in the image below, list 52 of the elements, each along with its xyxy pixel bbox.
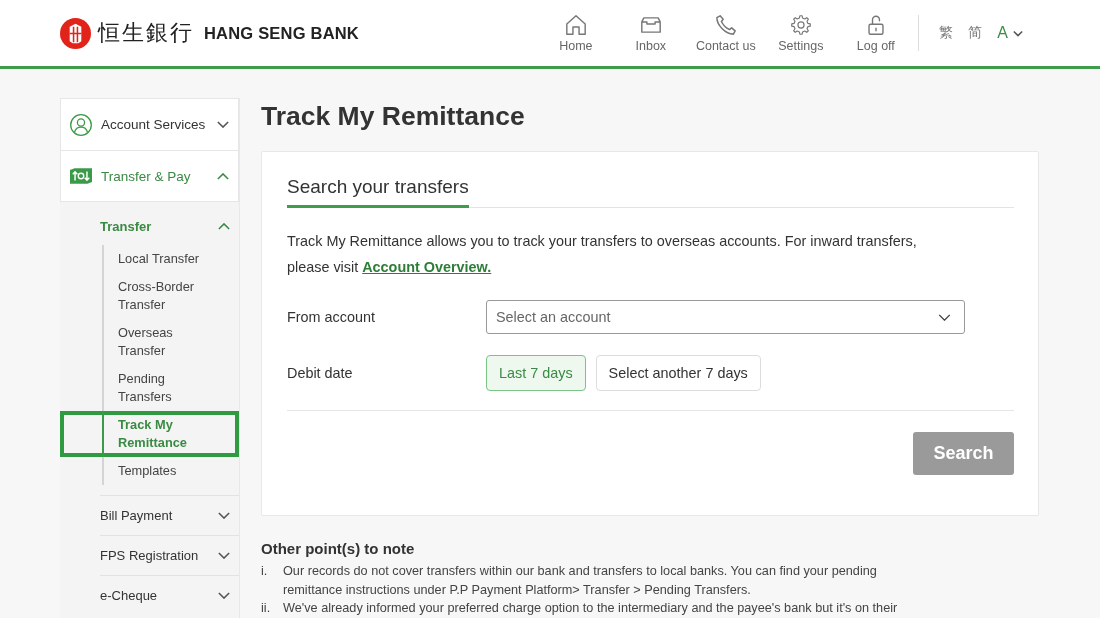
sidebar-link[interactable]: Local Transfer: [60, 245, 239, 273]
chevron-up-icon: [218, 222, 230, 230]
sidebar-link[interactable]: Pending Transfers: [60, 365, 239, 411]
account-select[interactable]: Select an account: [486, 300, 965, 334]
sidebar-subitem[interactable]: Bill Payment: [100, 495, 239, 535]
logo-icon: [60, 17, 91, 49]
language-option[interactable]: 简: [968, 24, 983, 42]
field-label: From account: [287, 309, 376, 325]
chevron-down-icon: [218, 512, 230, 519]
brand-chinese-name: 恒生銀行: [98, 19, 194, 47]
page-title: Track My Remittance: [261, 100, 526, 133]
notes-heading: Other point(s) to note: [261, 540, 416, 558]
phone-icon: [715, 15, 736, 35]
date-range-option[interactable]: Last 7 days: [486, 355, 586, 391]
person-circle-icon: [70, 113, 92, 136]
note-text: Our records do not cover transfers within our bank and transfers to local banks. You can find your pending remittance instructions under P.P Payment Platform> Transfer > Pending Transfers.: [283, 563, 878, 599]
chevron-down-icon: [218, 552, 230, 559]
chevron-down-icon: [938, 313, 951, 321]
sidebar-link[interactable]: Overseas Transfer: [60, 319, 239, 365]
language-option[interactable]: 繁: [939, 24, 954, 42]
list-marker: ii.: [261, 600, 272, 617]
nav-button[interactable]: Settings: [763, 0, 839, 66]
settings-icon: [790, 15, 811, 35]
money-transfer-icon: [70, 168, 92, 184]
sidebar-item[interactable]: Account Services: [60, 98, 239, 150]
nav-button[interactable]: Inbox: [613, 0, 689, 66]
nav-button[interactable]: Contact us: [688, 0, 764, 66]
account-overview-link[interactable]: Account Overview.: [362, 259, 492, 275]
chevron-up-icon: [217, 172, 229, 180]
field-label: Debit date: [287, 365, 354, 381]
sidebar-subitem[interactable]: e-Cheque: [100, 575, 239, 615]
sidebar-item[interactable]: Transfer & Pay: [60, 150, 239, 202]
sidebar-subitem[interactable]: Transfer: [100, 207, 239, 245]
date-range-option[interactable]: Select another 7 days: [595, 355, 761, 391]
sidebar-link[interactable]: Cross-Border Transfer: [60, 273, 239, 319]
list-marker: i.: [261, 563, 269, 580]
intro-paragraph: Track My Remittance allows you to track your transfers to overseas accounts. For inward transfers, please visit Account Overview.: [287, 232, 918, 277]
sidebar-subitem[interactable]: FPS Registration: [100, 535, 239, 575]
nav-button[interactable]: Log off: [838, 0, 914, 66]
brand-name: HANG SENG BANK: [204, 23, 359, 43]
nav-button[interactable]: Home: [538, 0, 614, 66]
text-size-button[interactable]: A: [997, 24, 1023, 42]
chevron-down-icon: [218, 592, 230, 599]
sidebar-link[interactable]: Track My Remittance: [60, 411, 239, 457]
note-text: We've already informed your preferred charge option to the intermediary and the payee's bank but it's on their: [283, 600, 899, 617]
home-icon: [565, 15, 586, 35]
inbox-icon: [640, 15, 661, 35]
chevron-down-icon: [217, 121, 229, 128]
unlocked-padlock-icon: [865, 15, 886, 35]
caret-icon: [1013, 29, 1023, 37]
sidebar-link[interactable]: Templates: [60, 457, 239, 485]
section-heading: Search your transfers: [287, 174, 469, 208]
